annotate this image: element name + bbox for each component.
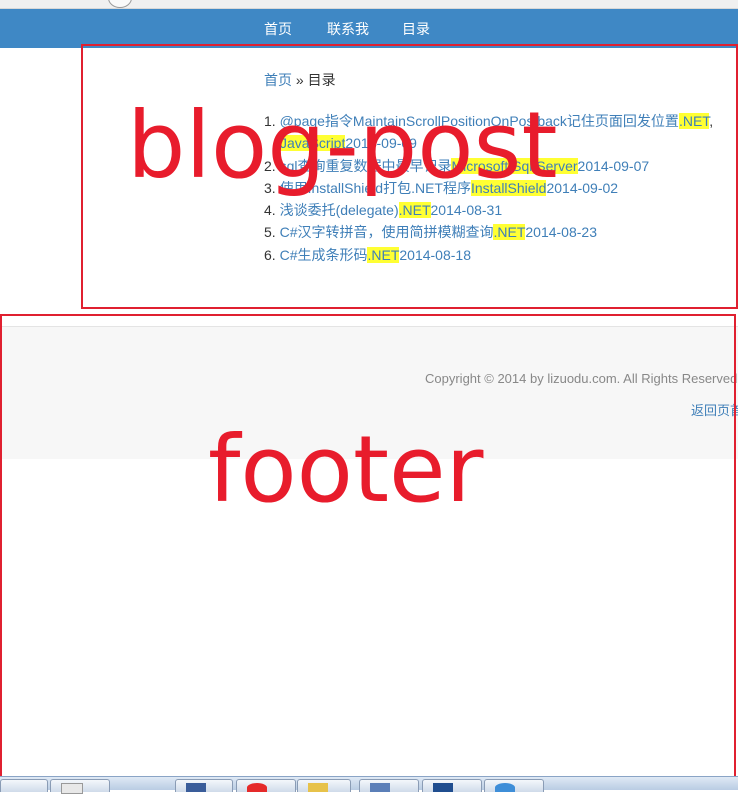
taskbar-button[interactable] — [236, 779, 296, 792]
browser-button-icon[interactable] — [108, 0, 132, 8]
taskbar-button[interactable] — [359, 779, 419, 792]
browser-top-strip — [0, 0, 738, 9]
browser-icon — [495, 783, 515, 792]
taskbar — [0, 776, 738, 794]
window-icon — [186, 783, 206, 792]
taskbar-button[interactable] — [175, 779, 233, 792]
taskbar-button[interactable] — [422, 779, 482, 792]
footer-annotation-label: footer — [208, 416, 484, 523]
window-icon — [370, 783, 390, 792]
taskbar-button[interactable] — [484, 779, 544, 792]
blog-post-annotation-label: blog-post — [127, 92, 558, 199]
app-icon — [247, 783, 267, 792]
nav-catalog[interactable]: 目录 — [402, 19, 430, 39]
taskbar-button[interactable] — [297, 779, 351, 792]
footer-annotation-box — [0, 314, 736, 788]
top-navbar: 首页 联系我 目录 — [0, 9, 738, 48]
taskbar-button[interactable] — [0, 779, 48, 792]
folder-icon — [308, 783, 328, 792]
window-icon — [433, 783, 453, 792]
nav-contact[interactable]: 联系我 — [327, 19, 369, 39]
nav-home[interactable]: 首页 — [264, 19, 292, 39]
taskbar-button[interactable] — [50, 779, 110, 794]
